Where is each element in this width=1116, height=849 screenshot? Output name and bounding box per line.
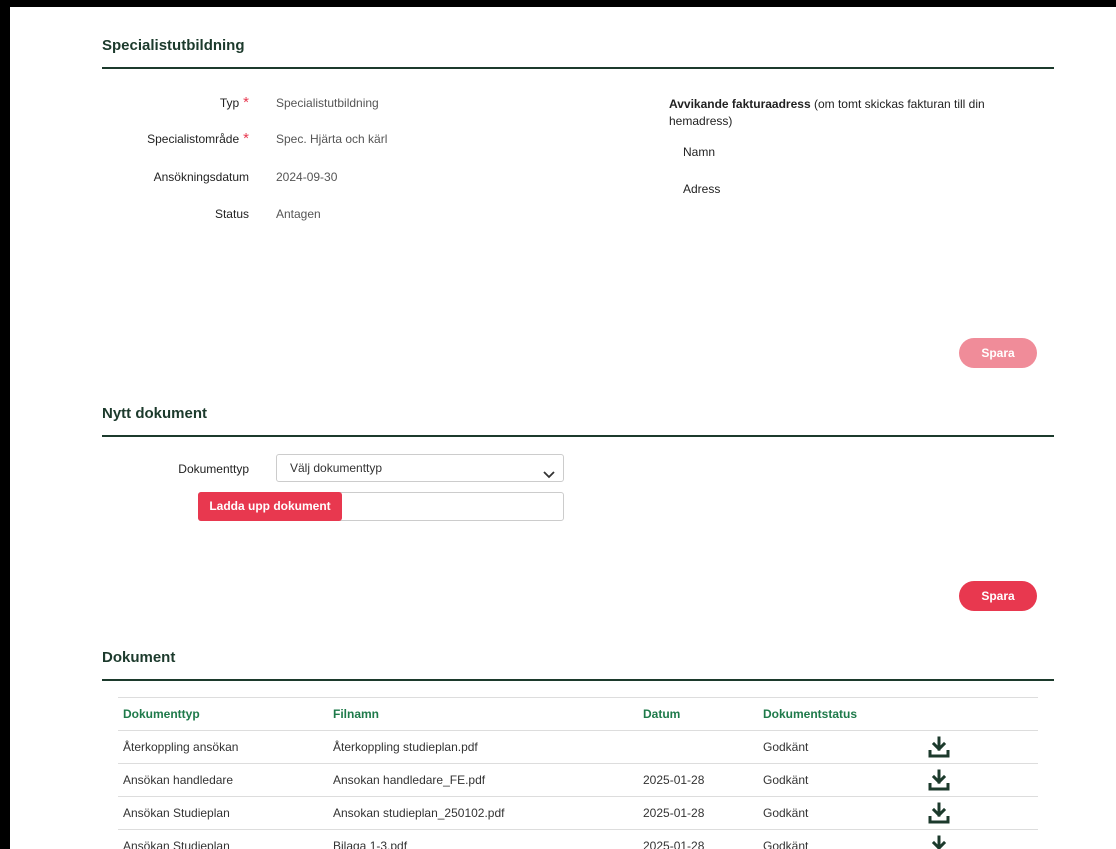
cell-datum: 2025-01-28 <box>638 763 758 797</box>
section-divider <box>102 67 1054 69</box>
field-value-status: Antagen <box>276 207 321 221</box>
download-icon[interactable] <box>928 802 950 827</box>
page: Specialistutbildning Typ * Specialistutbi… <box>10 7 1116 849</box>
cell-download <box>893 796 1038 830</box>
invoice-address-label: Adress <box>683 182 721 196</box>
chevron-down-icon <box>543 463 555 489</box>
download-icon[interactable] <box>928 769 950 794</box>
doctype-select-value: Välj dokumenttyp <box>290 461 383 475</box>
field-label-status: Status <box>214 207 249 221</box>
documents-table: Dokumenttyp Filnamn Datum Dokumentstatus… <box>118 697 1038 849</box>
cell-filnamn: Återkoppling studieplan.pdf <box>328 730 638 764</box>
section-divider <box>102 435 1054 437</box>
invoice-address-heading: Avvikande fakturaadress (om tomt skickas… <box>669 96 1009 130</box>
field-label-ansokningsdatum: Ansökningsdatum <box>153 170 249 184</box>
cell-dokumenttyp: Återkoppling ansökan <box>118 730 328 764</box>
save-button[interactable]: Spara <box>959 581 1037 611</box>
field-label-specialistomrade: Specialistområde * <box>147 130 249 147</box>
section-title-specialistutbildning: Specialistutbildning <box>102 37 245 54</box>
field-value-specialistomrade: Spec. Hjärta och kärl <box>276 132 388 146</box>
field-value-ansokningsdatum: 2024-09-30 <box>276 170 338 184</box>
column-header-download <box>893 697 1038 731</box>
field-label-dokumenttyp: Dokumenttyp <box>178 462 249 476</box>
cell-dokumenttyp: Ansökan Studieplan <box>118 829 328 849</box>
required-marker: * <box>243 130 249 147</box>
cell-dokumentstatus: Godkänt <box>758 796 893 830</box>
cell-datum: 2025-01-28 <box>638 796 758 830</box>
cell-dokumentstatus: Godkänt <box>758 829 893 849</box>
column-header-dokumentstatus: Dokumentstatus <box>758 697 893 731</box>
save-button-disabled[interactable]: Spara <box>959 338 1037 368</box>
table-row: Återkoppling ansökan Återkoppling studie… <box>118 730 1038 764</box>
field-label-typ: Typ * <box>219 94 249 111</box>
cell-datum <box>638 730 758 764</box>
required-marker: * <box>243 94 249 111</box>
section-title-dokument: Dokument <box>102 649 176 666</box>
download-icon[interactable] <box>928 835 950 849</box>
invoice-heading-bold: Avvikande fakturaadress <box>669 97 811 111</box>
column-header-dokumenttyp: Dokumenttyp <box>118 697 328 731</box>
invoice-name-label: Namn <box>683 145 716 159</box>
table-row: Ansökan Studieplan Bilaga 1-3.pdf 2025-0… <box>118 829 1038 849</box>
section-divider <box>102 679 1054 681</box>
table-row: Ansökan Studieplan Ansokan studieplan_25… <box>118 796 1038 830</box>
cell-download <box>893 829 1038 849</box>
column-header-datum: Datum <box>638 697 758 731</box>
column-header-filnamn: Filnamn <box>328 697 638 731</box>
cell-datum: 2025-01-28 <box>638 829 758 849</box>
section-title-nytt-dokument: Nytt dokument <box>102 405 207 422</box>
cell-download <box>893 730 1038 764</box>
cell-dokumentstatus: Godkänt <box>758 763 893 797</box>
table-row: Ansökan handledare Ansokan handledare_FE… <box>118 763 1038 797</box>
cell-download <box>893 763 1038 797</box>
doctype-select[interactable]: Välj dokumenttyp <box>276 454 564 482</box>
cell-filnamn: Ansokan studieplan_250102.pdf <box>328 796 638 830</box>
download-icon[interactable] <box>928 736 950 761</box>
upload-document-button[interactable]: Ladda upp dokument <box>198 492 342 521</box>
cell-dokumenttyp: Ansökan handledare <box>118 763 328 797</box>
cell-dokumentstatus: Godkänt <box>758 730 893 764</box>
table-header-row: Dokumenttyp Filnamn Datum Dokumentstatus <box>118 697 1038 731</box>
field-value-typ: Specialistutbildning <box>276 96 379 110</box>
cell-filnamn: Bilaga 1-3.pdf <box>328 829 638 849</box>
cell-filnamn: Ansokan handledare_FE.pdf <box>328 763 638 797</box>
cell-dokumenttyp: Ansökan Studieplan <box>118 796 328 830</box>
